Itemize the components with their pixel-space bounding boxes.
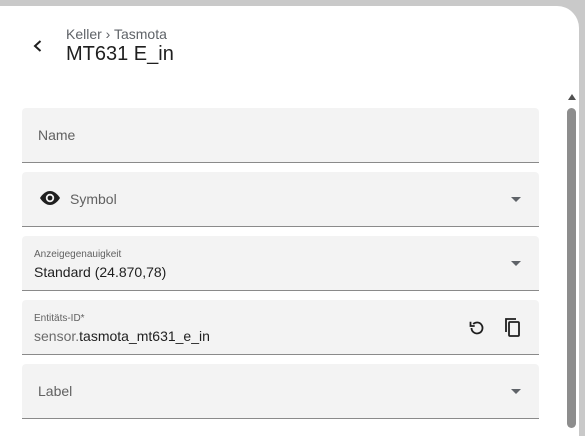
chevron-left-icon [33,40,42,52]
entity-id-value[interactable]: sensor.tasmota_mt631_e_in [34,328,210,344]
form-content: Name Symbol Anzeigegenauigkeit Standard … [0,101,565,436]
scrollbar[interactable] [565,94,579,434]
entity-settings-dialog: Keller › Tasmota MT631 E_in Name Symbol … [0,6,579,436]
entity-id-label: Entitäts-ID* [34,313,85,324]
scrollbar-thumb[interactable] [567,108,576,428]
name-placeholder: Name [38,127,76,143]
dialog-header: Keller › Tasmota MT631 E_in [0,6,579,86]
symbol-placeholder: Symbol [70,191,117,207]
restore-icon [469,321,484,335]
page-title: MT631 E_in [66,43,174,65]
scroll-up-icon[interactable] [568,94,576,100]
entity-id-prefix: sensor. [34,328,80,344]
copy-icon [505,318,520,337]
back-button[interactable] [26,34,50,58]
dropdown-arrow-icon[interactable] [511,197,521,203]
precision-label: Anzeigegenauigkeit [34,249,122,260]
reset-entity-id-button[interactable] [465,316,489,340]
precision-select[interactable]: Anzeigegenauigkeit Standard (24.870,78) [22,236,539,291]
entity-id-text: tasmota_mt631_e_in [79,328,210,344]
symbol-field[interactable]: Symbol [22,172,539,227]
precision-value: Standard (24.870,78) [34,264,167,280]
label-placeholder: Label [38,383,73,399]
breadcrumb[interactable]: Keller › Tasmota [66,26,167,42]
dropdown-arrow-icon[interactable] [511,261,521,267]
label-select[interactable]: Label [22,364,539,419]
name-field[interactable]: Name [22,108,539,163]
dropdown-arrow-icon[interactable] [511,389,521,395]
copy-entity-id-button[interactable] [501,316,525,340]
eye-icon [40,191,60,205]
entity-id-field[interactable]: Entitäts-ID* sensor.tasmota_mt631_e_in [22,300,539,355]
